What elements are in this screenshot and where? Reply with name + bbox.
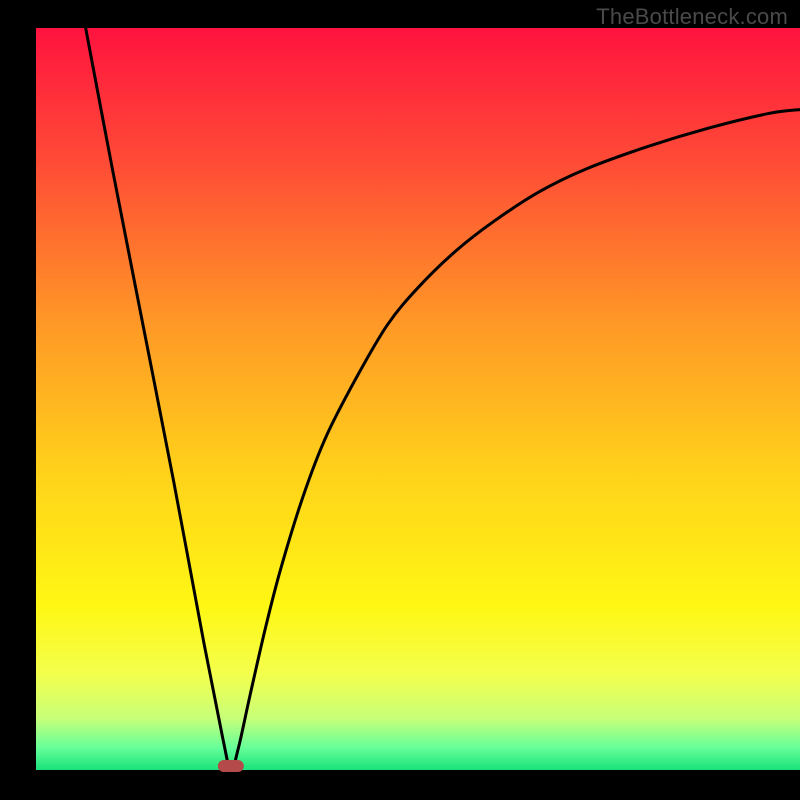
watermark-text: TheBottleneck.com (596, 4, 788, 30)
chart-frame: TheBottleneck.com (0, 0, 800, 800)
chart-background (36, 28, 800, 770)
optimum-marker (218, 760, 244, 772)
bottleneck-chart (0, 0, 800, 800)
